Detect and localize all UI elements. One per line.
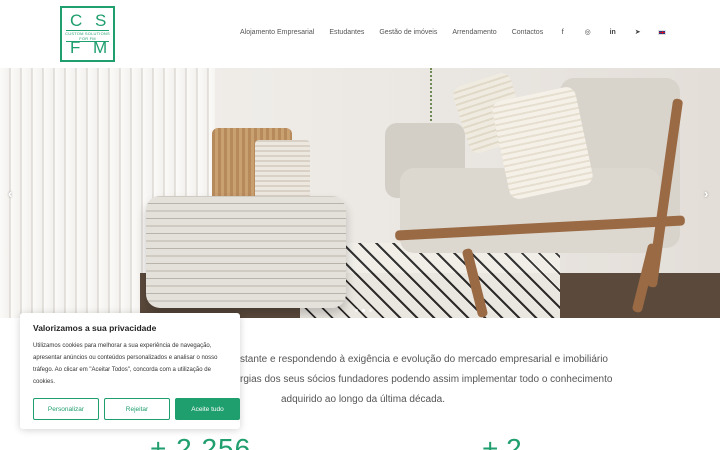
nav-gestao-de-imoveis[interactable]: Gestão de imóveis (379, 29, 437, 36)
logo-letter-m: M (93, 38, 108, 57)
main-nav: Alojamento Empresarial Estudantes Gestão… (240, 28, 667, 37)
cookie-consent-banner: Valorizamos a sua privacidade Utilizamos… (20, 313, 240, 429)
logo-letter-s: S (95, 11, 107, 30)
logo-letter-c: C (70, 11, 83, 30)
facebook-icon[interactable]: f (558, 28, 567, 37)
instagram-icon[interactable]: ◎ (583, 28, 592, 37)
customize-button[interactable]: Personalizar (33, 398, 99, 420)
site-header: C S CUSTOM SOLUTIONS FOR FM F M Alojamen… (0, 0, 720, 68)
hero-image-pouf (146, 196, 346, 308)
cookie-actions: Personalizar Rejeitar Aceite tudo (33, 398, 240, 420)
telegram-icon[interactable]: ➤ (633, 28, 642, 37)
cookie-title: Valorizamos a sua privacidade (33, 323, 157, 333)
hero-slider: ‹ › (0, 68, 720, 318)
logo-letter-f: F (70, 38, 81, 57)
linkedin-icon[interactable]: in (608, 28, 617, 37)
nav-estudantes[interactable]: Estudantes (329, 29, 364, 36)
uk-flag-icon[interactable] (658, 30, 667, 35)
reject-button[interactable]: Rejeitar (104, 398, 170, 420)
hero-image-plant (430, 68, 444, 128)
slider-pagination (355, 309, 376, 312)
accept-all-button[interactable]: Aceite tudo (175, 398, 240, 420)
stat-value-left: + 2.256 (150, 433, 252, 450)
nav-alojamento-empresarial[interactable]: Alojamento Empresarial (240, 29, 314, 36)
intro-line-1: stante e respondendo à exigência e evolu… (240, 354, 608, 365)
slider-dot[interactable] (355, 309, 358, 312)
slider-dot-active[interactable] (362, 309, 365, 312)
cookie-body: Utilizamos cookies para melhorar a sua e… (33, 343, 218, 385)
intro-line-2: rgias dos seus sócios fundadores podendo… (240, 374, 613, 385)
nav-arrendamento[interactable]: Arrendamento (452, 29, 496, 36)
slider-prev-icon[interactable]: ‹ (8, 186, 12, 201)
intro-line-3: adquirido ao longo da última década. (281, 394, 446, 405)
stat-value-right: + 2 (482, 433, 522, 450)
nav-contactos[interactable]: Contactos (512, 29, 544, 36)
slider-next-icon[interactable]: › (704, 186, 708, 201)
csfm-logo[interactable]: C S CUSTOM SOLUTIONS FOR FM F M (60, 6, 115, 62)
slider-dot[interactable] (369, 309, 372, 312)
